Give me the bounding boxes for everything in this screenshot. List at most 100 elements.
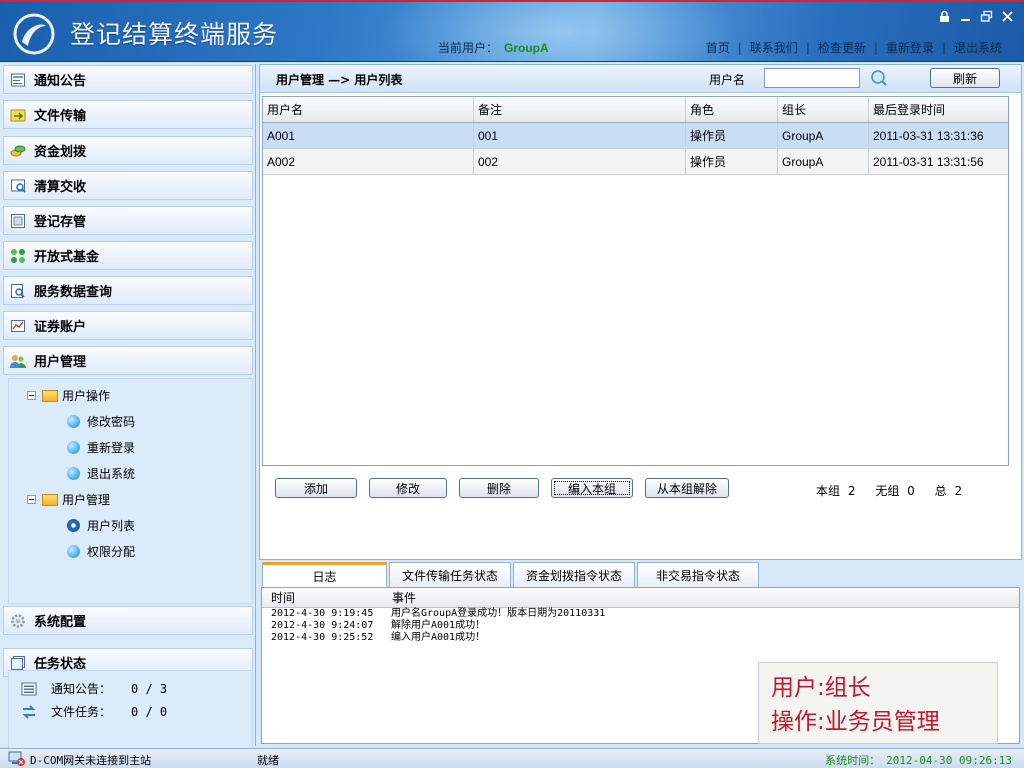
tree-item-relogin[interactable]: 重新登录 — [67, 439, 135, 456]
table-cell: 2011-03-31 13:31:56 — [873, 154, 984, 169]
table-row[interactable]: A001 001 操作员 GroupA 2011-03-31 13:31:36 — [263, 123, 1008, 149]
user-management-tree: 用户操作 修改密码 重新登录 退出系统 用户管理 用户列表 权限分配 — [8, 378, 253, 604]
nav-separator: | — [873, 40, 878, 55]
tree-group-label: 用户操作 — [62, 389, 111, 403]
tab-log[interactable]: 日志 — [262, 562, 387, 588]
query-icon — [10, 283, 26, 299]
remove-from-group-button[interactable]: 从本组解除 — [645, 478, 729, 498]
sidebar-item-system-config[interactable]: 系统配置 — [3, 606, 253, 635]
notice-icon — [21, 682, 37, 695]
add-user-button[interactable]: 添加 — [275, 478, 357, 498]
sidebar-item-fund[interactable]: 开放式基金 — [3, 241, 253, 270]
sidebar: 通知公告 文件传输 资金划拨 清算交收 登记存管 开放式基金 服务数据查询 证券… — [0, 64, 256, 746]
restore-icon[interactable] — [978, 8, 995, 25]
sidebar-item-notice[interactable]: 通知公告 — [3, 65, 253, 94]
table-cell: 操作员 — [686, 123, 778, 148]
sidebar-item-label: 通知公告 — [34, 74, 87, 89]
user-list-panel: 用户管理 —> 用户列表 用户名 刷新 用户名 备注 角色 组长 最后登录时间 … — [259, 64, 1022, 560]
tab-non-trade-instruction-status[interactable]: 非交易指令状态 — [637, 562, 759, 587]
sidebar-item-label: 证券账户 — [34, 320, 87, 335]
tree-group-user-operations[interactable]: 用户操作 — [27, 387, 110, 404]
total-count: 2 — [954, 484, 963, 498]
nav-separator: | — [941, 40, 946, 55]
sidebar-item-label: 开放式基金 — [34, 250, 100, 265]
column-header[interactable]: 备注 — [474, 97, 686, 122]
nav-exit-link[interactable]: 退出系统 — [954, 39, 1002, 56]
log-event: 用户名GroupA登录成功！版本日期为20110331 — [391, 608, 606, 619]
table-cell: 2011-03-31 13:31:36 — [873, 128, 984, 143]
user-counts: 本组 2 无组 0 总 2 — [816, 482, 962, 499]
current-user: 当前用户： GroupA — [438, 39, 549, 56]
task-status-panel: 通知公告： 0 / 3 文件任务： 0 / 0 — [8, 670, 253, 750]
table-cell: A002 — [263, 149, 474, 174]
nav-relogin-link[interactable]: 重新登录 — [886, 39, 934, 56]
tree-item-label: 用户列表 — [87, 519, 136, 533]
column-header[interactable]: 用户名 — [263, 97, 474, 122]
table-row[interactable]: A002 002 操作员 GroupA 2011-03-31 13:31:56 — [263, 149, 1008, 175]
tree-item-exit-system[interactable]: 退出系统 — [67, 465, 135, 482]
log-entry: 2012-4-30 9:19:45 用户名GroupA登录成功！版本日期为2011… — [262, 608, 1019, 620]
bullet-icon — [67, 467, 80, 480]
collapse-toggle-icon[interactable] — [27, 495, 36, 504]
sidebar-item-securities-account[interactable]: 证券账户 — [3, 311, 253, 340]
account-icon — [10, 318, 26, 334]
tree-item-change-password[interactable]: 修改密码 — [67, 413, 135, 430]
column-header[interactable]: 最后登录时间 — [869, 97, 1008, 122]
username-search-input[interactable] — [764, 68, 860, 88]
system-time-value: 2012-04-30 09:26:13 — [886, 754, 1012, 767]
table-cell: 001 — [474, 123, 686, 148]
column-header[interactable]: 组长 — [778, 97, 869, 122]
nav-contact-link[interactable]: 联系我们 — [750, 39, 798, 56]
lock-icon[interactable] — [936, 8, 953, 25]
sidebar-item-label: 用户管理 — [34, 355, 87, 370]
close-icon[interactable] — [999, 8, 1016, 25]
total-count-label: 总 — [934, 484, 947, 498]
sidebar-item-user-management[interactable]: 用户管理 — [3, 346, 253, 375]
current-user-label: 当前用户： — [438, 41, 499, 55]
tree-item-permissions[interactable]: 权限分配 — [67, 543, 135, 560]
task-label: 文件任务： — [51, 705, 112, 719]
sidebar-item-registry[interactable]: 登记存管 — [3, 206, 253, 235]
delete-user-button[interactable]: 删除 — [459, 478, 539, 498]
tree-item-label: 修改密码 — [87, 415, 136, 429]
column-header[interactable]: 角色 — [686, 97, 778, 122]
window-controls — [936, 8, 1016, 25]
table-cell: GroupA — [778, 149, 869, 174]
refresh-button[interactable]: 刷新 — [930, 68, 1000, 88]
minimize-icon[interactable] — [957, 8, 974, 25]
table-cell: GroupA — [778, 123, 869, 148]
nav-home-link[interactable]: 首页 — [706, 39, 730, 56]
log-event: 编入用户A001成功！ — [391, 632, 486, 643]
search-icon[interactable] — [870, 69, 888, 87]
selected-bullet-icon — [67, 519, 80, 532]
log-entry: 2012-4-30 9:25:52 编入用户A001成功！ — [262, 632, 1019, 644]
nav-check-update-link[interactable]: 检查更新 — [818, 39, 866, 56]
annotation-note: 用户:组长 操作:业务员管理 — [758, 662, 998, 744]
tree-group-user-management[interactable]: 用户管理 — [27, 491, 110, 508]
nogroup-count-label: 无组 — [875, 484, 900, 498]
log-header-row: 时间 事件 — [262, 588, 1019, 608]
tree-group-label: 用户管理 — [62, 493, 111, 507]
group-count: 2 — [847, 484, 856, 498]
log-column-header: 事件 — [392, 591, 417, 605]
edit-user-button[interactable]: 修改 — [369, 478, 447, 498]
task-value: 0 / 0 — [131, 704, 168, 719]
log-column-header: 时间 — [271, 591, 296, 605]
add-to-group-button[interactable]: 编入本组 — [551, 478, 633, 498]
tab-funds-instruction-status[interactable]: 资金划拨指令状态 — [513, 562, 635, 587]
collapse-toggle-icon[interactable] — [27, 391, 36, 400]
clearing-icon — [10, 178, 26, 194]
app-logo — [13, 13, 55, 55]
tab-file-transfer-status[interactable]: 文件传输任务状态 — [389, 562, 511, 587]
tree-item-user-list[interactable]: 用户列表 — [67, 517, 135, 534]
sidebar-item-file-transfer[interactable]: 文件传输 — [3, 100, 253, 129]
task-row-files: 文件任务： 0 / 0 — [21, 703, 167, 720]
sidebar-item-clearing[interactable]: 清算交收 — [3, 171, 253, 200]
log-time: 2012-4-30 9:19:45 — [271, 608, 374, 619]
sidebar-item-data-query[interactable]: 服务数据查询 — [3, 276, 253, 305]
user-table: 用户名 备注 角色 组长 最后登录时间 A001 001 操作员 GroupA … — [262, 96, 1009, 466]
bullet-icon — [67, 415, 80, 428]
log-entry: 2012-4-30 9:24:07 解除用户A001成功！ — [262, 620, 1019, 632]
sidebar-item-funds[interactable]: 资金划拨 — [3, 136, 253, 165]
folder-open-icon — [42, 493, 58, 506]
